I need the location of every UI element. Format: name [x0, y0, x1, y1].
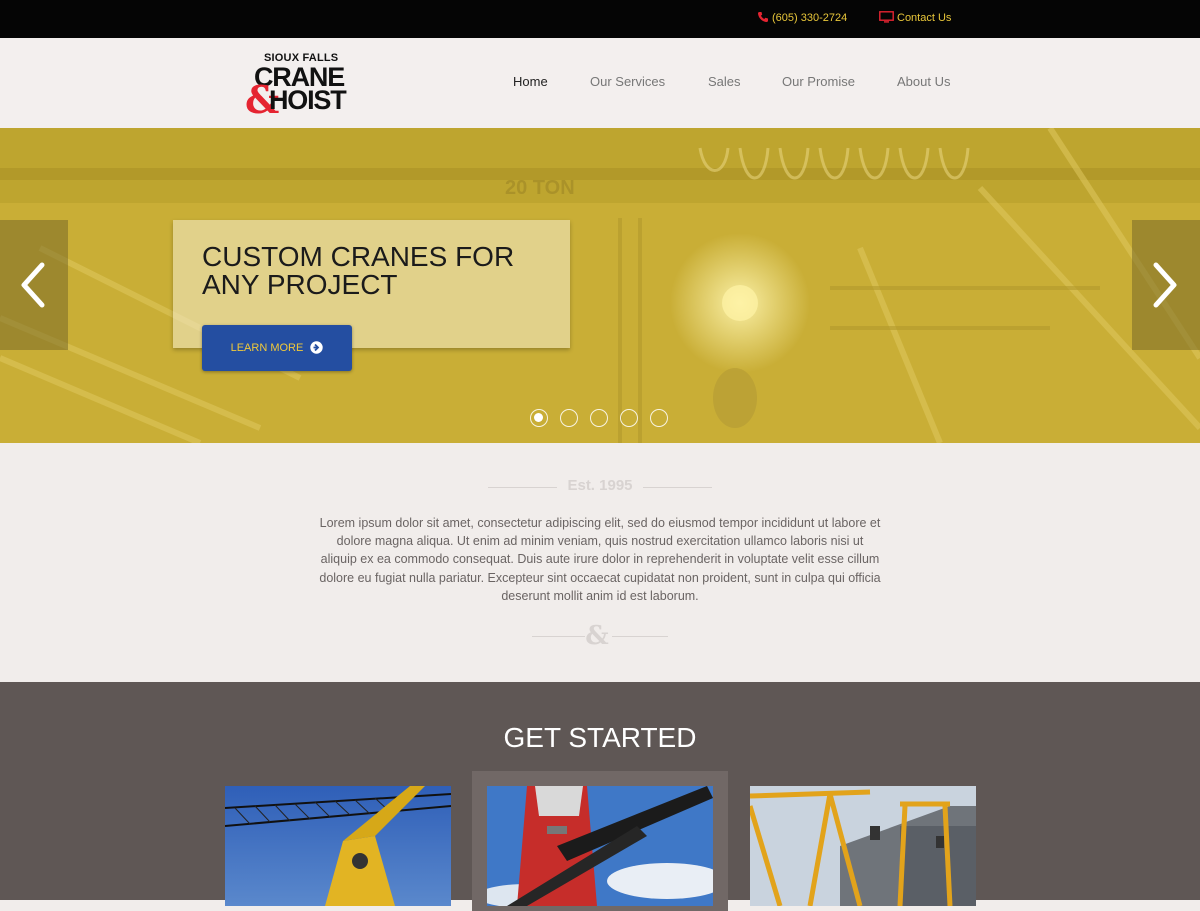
mobile-crane-photo	[487, 786, 713, 906]
slide-dot-4[interactable]	[620, 409, 638, 427]
slider-prev-button[interactable]	[0, 220, 68, 350]
tower-crane-photo	[225, 786, 451, 906]
phone-link[interactable]: (605) 330-2724	[757, 0, 847, 38]
mobile-crane-card[interactable]	[487, 786, 713, 906]
established-label: Est. 1995	[567, 477, 633, 494]
contact-label: Contact Us	[897, 12, 952, 24]
get-started-section: GET STARTED	[0, 682, 1200, 911]
nav-our-services[interactable]: Our Services	[590, 38, 665, 128]
gantry-crane-photo	[750, 786, 976, 906]
nav-sales[interactable]: Sales	[708, 38, 741, 128]
site-logo[interactable]: SIOUX FALLS CRANE & HOIST	[245, 52, 365, 120]
hero-slider: 20 TON CUSTOM CRANES FOR ANY PROJECT LEA…	[0, 128, 1200, 443]
amp-divider-left	[532, 636, 585, 637]
crane-plate-text: 20 TON	[505, 177, 575, 199]
arrow-circle-right-icon	[310, 328, 324, 374]
slide-dot-3[interactable]	[590, 409, 608, 427]
contact-link[interactable]: Contact Us	[879, 0, 951, 38]
slide-dot-1[interactable]	[530, 409, 548, 427]
hero-title: CUSTOM CRANES FOR ANY PROJECT	[202, 241, 515, 300]
nav-about-us[interactable]: About Us	[897, 38, 950, 128]
learn-more-label: LEARN MORE	[230, 342, 304, 354]
monitor-icon	[879, 11, 894, 23]
learn-more-button[interactable]: LEARN MORE	[202, 325, 352, 371]
gantry-crane-card[interactable]	[750, 786, 976, 906]
phone-icon	[758, 12, 768, 22]
top-bar: (605) 330-2724 Contact Us	[0, 0, 1200, 38]
nav-home[interactable]: Home	[513, 38, 548, 128]
chevron-left-icon	[21, 262, 45, 308]
phone-number: (605) 330-2724	[772, 12, 848, 24]
slider-next-button[interactable]	[1132, 220, 1200, 350]
get-started-title: GET STARTED	[503, 722, 697, 753]
intro-text: Lorem ipsum dolor sit amet, consectetur …	[319, 516, 881, 603]
est-divider-right	[643, 487, 712, 488]
nav-our-promise[interactable]: Our Promise	[782, 38, 855, 128]
amp-divider-right	[612, 636, 668, 637]
ampersand-divider: &	[585, 621, 609, 651]
site-header: SIOUX FALLS CRANE & HOIST Home Our Servi…	[0, 38, 1200, 128]
logo-line-3: HOIST	[269, 85, 347, 115]
slide-dot-2[interactable]	[560, 409, 578, 427]
tower-crane-card[interactable]	[225, 786, 451, 906]
slide-dot-5[interactable]	[650, 409, 668, 427]
chevron-right-icon	[1153, 262, 1177, 308]
